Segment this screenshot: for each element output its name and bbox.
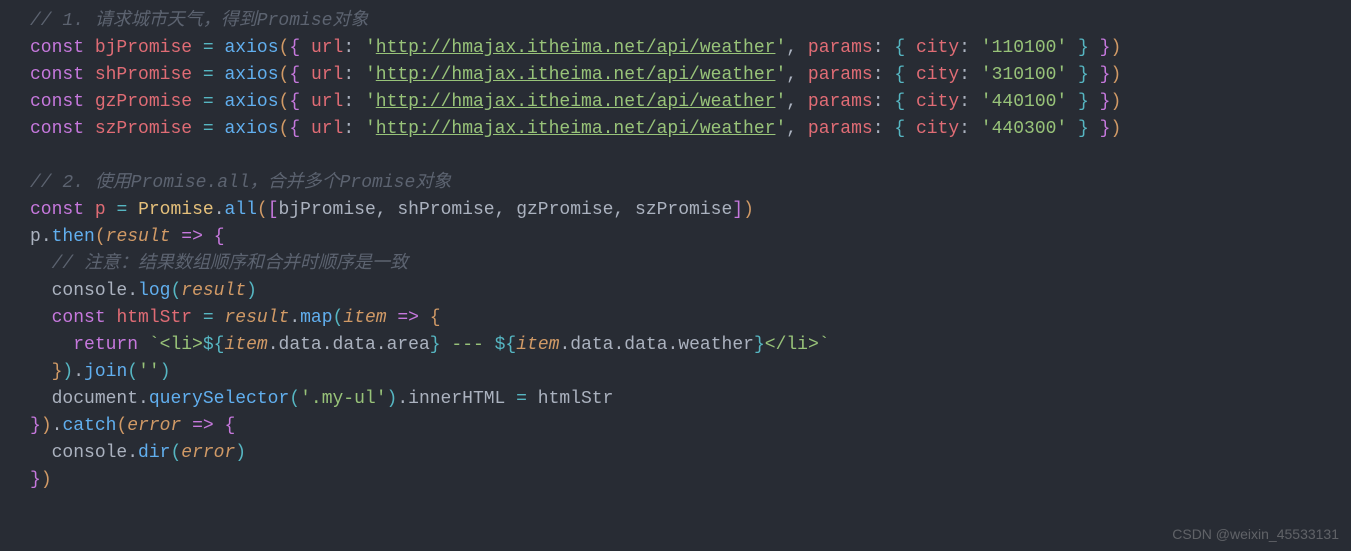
- code-line: const szPromise = axios({ url: 'http://h…: [30, 119, 1121, 139]
- code-line: const htmlStr = result.map(item => {: [30, 308, 441, 328]
- code-line: }).join(''): [30, 362, 171, 382]
- code-line: // 注意：结果数组顺序和合并时顺序是一致: [30, 254, 408, 274]
- code-line: console.dir(error): [30, 443, 246, 463]
- code-line: document.querySelector('.my-ul').innerHT…: [30, 389, 613, 409]
- code-line: return `<li>${item.data.data.area} --- $…: [30, 335, 830, 355]
- watermark-text: CSDN @weixin_45533131: [1172, 524, 1339, 545]
- code-line: }): [30, 470, 52, 490]
- code-line: p.then(result => {: [30, 227, 225, 247]
- comment-line: // 1. 请求城市天气，得到Promise对象: [30, 11, 368, 31]
- code-editor[interactable]: // 1. 请求城市天气，得到Promise对象 const bjPromise…: [0, 0, 1351, 494]
- code-line: }).catch(error => {: [30, 416, 235, 436]
- comment-line: // 2. 使用Promise.all，合并多个Promise对象: [30, 173, 451, 193]
- code-line: const shPromise = axios({ url: 'http://h…: [30, 65, 1121, 85]
- code-line: const p = Promise.all([bjPromise, shProm…: [30, 200, 754, 220]
- code-line: const bjPromise = axios({ url: 'http://h…: [30, 38, 1121, 58]
- code-line: const gzPromise = axios({ url: 'http://h…: [30, 92, 1121, 112]
- code-line: console.log(result): [30, 281, 257, 301]
